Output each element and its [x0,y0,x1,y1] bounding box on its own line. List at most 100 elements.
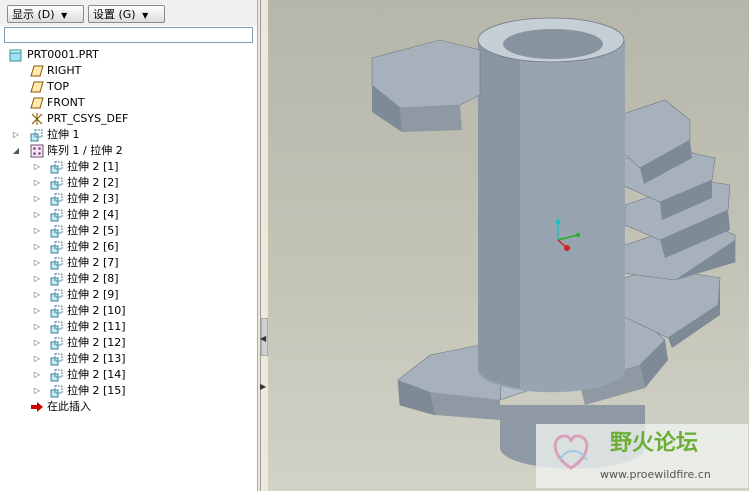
tree-item-pattern-member[interactable]: ▷ 拉伸 2 [14] [0,367,257,383]
tree-item-csys[interactable]: PRT_CSYS_DEF [0,111,257,127]
insert-arrow-icon [31,402,43,412]
part-icon [9,49,22,62]
tree-item-label: 拉伸 2 [13] [67,352,126,365]
extrude-icon [50,385,63,398]
tree-item-label: RIGHT [47,64,82,77]
3d-model-view[interactable] [268,0,749,491]
expand-arrow-icon[interactable]: ▷ [33,271,41,287]
expand-arrow-icon[interactable]: ▷ [33,367,41,383]
tree-item-label: TOP [47,80,70,93]
extrude-icon [50,257,63,270]
datum-plane-icon [30,81,44,93]
tree-item-top[interactable]: TOP [0,79,257,95]
expand-arrow-icon[interactable]: ▷ [33,239,41,255]
extrude-icon [50,289,63,302]
panel-splitter[interactable]: ◀ ▶ [258,0,268,491]
extrude-icon [50,305,63,318]
tree-item-label: PRT0001.PRT [27,48,99,61]
tree-item-pattern-member[interactable]: ▷ 拉伸 2 [9] [0,287,257,303]
expand-arrow-icon[interactable]: ▷ [33,287,41,303]
expand-arrow-icon[interactable]: ▷ [33,351,41,367]
expand-arrow-icon[interactable]: ▷ [33,255,41,271]
datum-plane-icon [30,97,44,109]
tree-filter-input[interactable] [4,27,253,43]
tree-item-pattern-member[interactable]: ▷ 拉伸 2 [11] [0,319,257,335]
tree-item-label: PRT_CSYS_DEF [47,112,129,125]
tree-item-extrude-1[interactable]: ▷ 拉伸 1 [0,127,257,143]
tree-item-pattern-member[interactable]: ▷ 拉伸 2 [10] [0,303,257,319]
pattern-icon [30,144,44,158]
tree-item-pattern-member[interactable]: ▷ 拉伸 2 [4] [0,207,257,223]
expand-arrow-icon[interactable]: ▷ [33,335,41,351]
tree-item-label: 拉伸 2 [2] [67,176,119,189]
extrude-icon [50,225,63,238]
tree-item-pattern[interactable]: ◢ 阵列 1 / 拉伸 2 [0,143,257,159]
tree-item-label: 拉伸 2 [1] [67,160,119,173]
expand-arrow-icon[interactable]: ▷ [12,127,20,143]
tree-item-front[interactable]: FRONT [0,95,257,111]
extrude-icon [50,353,63,366]
datum-plane-icon [30,65,44,77]
chevron-down-icon: ▼ [61,11,68,20]
tree-item-label: 拉伸 2 [9] [67,288,119,301]
show-menu-button[interactable]: 显示 (D) ▼ [7,5,84,23]
tree-item-label: 拉伸 2 [7] [67,256,119,269]
tree-item-pattern-member[interactable]: ▷ 拉伸 2 [12] [0,335,257,351]
collapse-left-icon[interactable]: ◀ [260,334,266,343]
expand-arrow-icon[interactable]: ▷ [33,319,41,335]
tree-item-label: 拉伸 2 [8] [67,272,119,285]
tree-item-pattern-member[interactable]: ▷ 拉伸 2 [8] [0,271,257,287]
tree-item-pattern-member[interactable]: ▷ 拉伸 2 [6] [0,239,257,255]
tree-item-root[interactable]: PRT0001.PRT [0,47,257,63]
tree-item-pattern-member[interactable]: ▷ 拉伸 2 [1] [0,159,257,175]
extrude-icon [50,337,63,350]
tree-item-pattern-member[interactable]: ▷ 拉伸 2 [15] [0,383,257,399]
extrude-icon [50,273,63,286]
tree-item-label: 拉伸 2 [15] [67,384,126,397]
tree-item-label: 在此插入 [47,400,91,413]
tree-item-label: FRONT [47,96,85,109]
expand-arrow-icon[interactable]: ▷ [33,159,41,175]
extrude-icon [50,369,63,382]
collapse-arrow-icon[interactable]: ◢ [12,143,20,159]
graphics-viewport[interactable] [268,0,749,491]
tree-item-label: 拉伸 2 [14] [67,368,126,381]
tree-item-label: 拉伸 2 [11] [67,320,126,333]
extrude-icon [50,321,63,334]
tree-item-right[interactable]: RIGHT [0,63,257,79]
watermark-logo-icon [553,434,589,470]
tree-item-label: 拉伸 2 [12] [67,336,126,349]
extrude-icon [50,193,63,206]
tree-item-label: 阵列 1 / 拉伸 2 [47,144,123,157]
tree-item-insert-here[interactable]: 在此插入 [0,399,257,415]
tree-item-pattern-member[interactable]: ▷ 拉伸 2 [2] [0,175,257,191]
expand-arrow-icon[interactable]: ▷ [33,207,41,223]
tree-item-pattern-member[interactable]: ▷ 拉伸 2 [13] [0,351,257,367]
tree-item-label: 拉伸 2 [10] [67,304,126,317]
extrude-icon [50,209,63,222]
tree-item-label: 拉伸 2 [3] [67,192,119,205]
expand-arrow-icon[interactable]: ▷ [33,223,41,239]
tree-item-pattern-member[interactable]: ▷ 拉伸 2 [7] [0,255,257,271]
model-tree-panel: 显示 (D) ▼ 设置 (G) ▼ PRT0001.PRT RIGHT TOP … [0,0,258,491]
tree-item-label: 拉伸 1 [47,128,80,141]
extrude-icon [50,177,63,190]
expand-arrow-icon[interactable]: ▷ [33,383,41,399]
tree-item-label: 拉伸 2 [4] [67,208,119,221]
watermark-url: www.proewildfire.cn [600,468,711,481]
tree-item-label: 拉伸 2 [6] [67,240,119,253]
chevron-down-icon: ▼ [142,11,149,20]
expand-right-icon[interactable]: ▶ [260,382,266,391]
splitter-line [260,0,261,491]
settings-menu-button[interactable]: 设置 (G) ▼ [88,5,165,23]
extrude-icon [30,129,43,142]
extrude-icon [50,161,63,174]
tree-item-pattern-member[interactable]: ▷ 拉伸 2 [5] [0,223,257,239]
tree-item-label: 拉伸 2 [5] [67,224,119,237]
expand-arrow-icon[interactable]: ▷ [33,303,41,319]
settings-menu-label: 设置 (G) [93,8,136,21]
tree-item-pattern-member[interactable]: ▷ 拉伸 2 [3] [0,191,257,207]
expand-arrow-icon[interactable]: ▷ [33,175,41,191]
expand-arrow-icon[interactable]: ▷ [33,191,41,207]
extrude-icon [50,241,63,254]
